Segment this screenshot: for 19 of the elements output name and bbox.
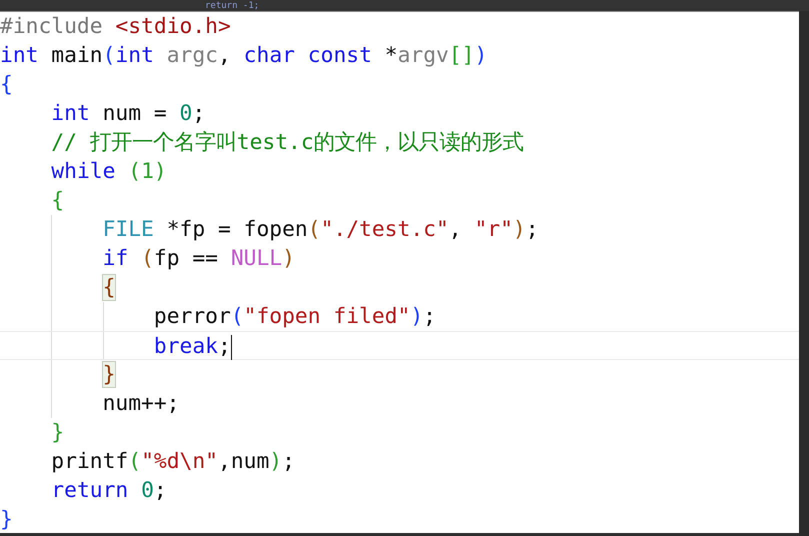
code-line: if (fp == NULL) bbox=[0, 244, 799, 273]
code-line: int main(int argc, char const *argv[]) bbox=[0, 42, 488, 70]
code-line: return 0; bbox=[50, 477, 168, 505]
code-line: break; bbox=[0, 331, 799, 360]
code-line: int num = 0; bbox=[50, 100, 206, 128]
code-line: num++; bbox=[0, 389, 799, 418]
code-line: perror("fopen filed"); bbox=[0, 302, 799, 331]
code-line: } bbox=[0, 360, 799, 389]
code-line: printf("%d\n",num); bbox=[50, 448, 296, 476]
code-line: } bbox=[50, 419, 66, 447]
code-line: { bbox=[50, 187, 66, 215]
code-line: while (1) bbox=[50, 158, 168, 186]
code-line: } bbox=[0, 506, 14, 533]
code-line: FILE *fp = fopen("./test.c", "r"); bbox=[0, 215, 799, 244]
code-line: #include <stdio.h> bbox=[0, 13, 232, 41]
code-line: { bbox=[0, 71, 14, 99]
code-line: { bbox=[0, 273, 799, 302]
code-line: return -1; bbox=[205, 0, 260, 10]
code-line: // 打开一个名字叫test.c的文件，以只读的形式 bbox=[50, 129, 525, 157]
